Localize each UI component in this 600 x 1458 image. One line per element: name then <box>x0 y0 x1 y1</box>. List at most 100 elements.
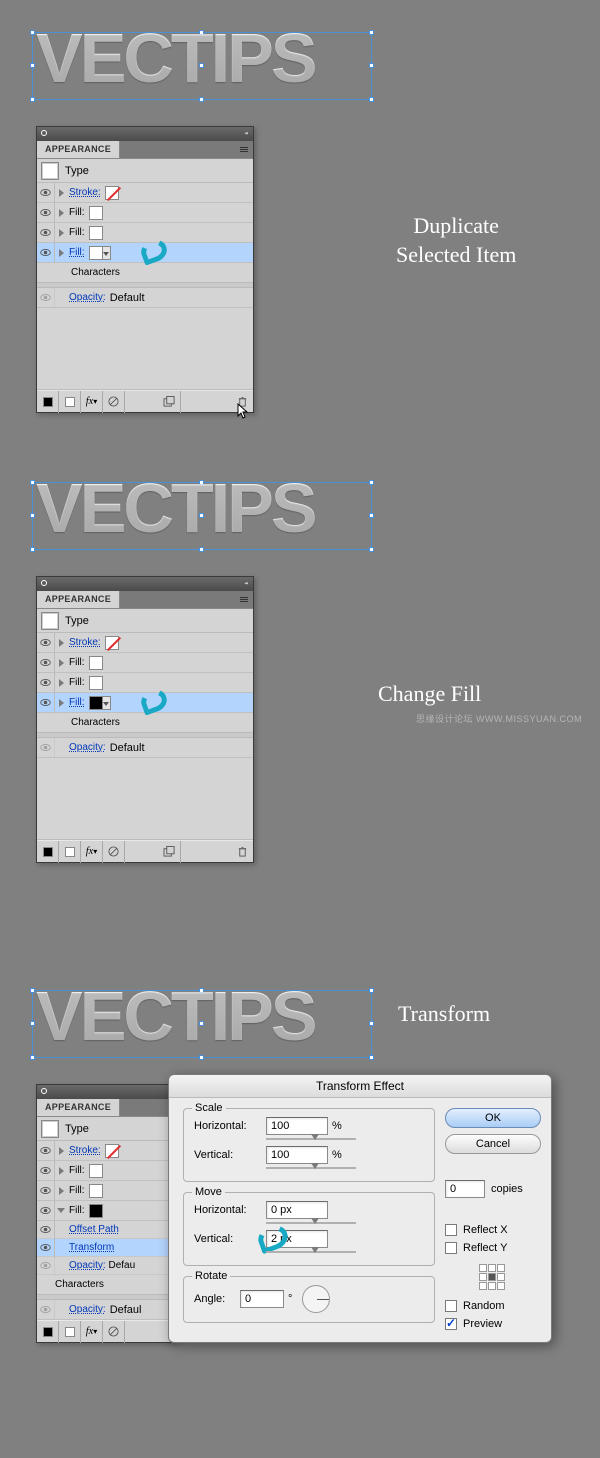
fill-row-expanded[interactable]: Fill: <box>37 1201 175 1221</box>
scale-h-slider[interactable] <box>266 1138 356 1140</box>
panel-menu-icon[interactable] <box>235 141 253 158</box>
visibility-toggle[interactable] <box>37 1201 55 1221</box>
opacity-row[interactable]: Opacity: Default <box>37 288 253 308</box>
stroke-label[interactable]: Stroke: <box>67 187 101 198</box>
move-v-slider[interactable] <box>266 1251 356 1253</box>
appearance-tab[interactable]: APPEARANCE <box>37 1099 120 1116</box>
fill-label[interactable]: Fill: <box>67 697 85 708</box>
duplicate-button[interactable] <box>159 391 181 413</box>
fill-swatch[interactable] <box>89 246 103 260</box>
visibility-toggle[interactable] <box>37 183 55 203</box>
opacity-label[interactable]: Opacity: <box>55 742 106 753</box>
disclosure-icon[interactable] <box>55 639 67 647</box>
new-stroke-button[interactable] <box>37 391 59 413</box>
new-stroke-button[interactable] <box>37 1321 59 1343</box>
angle-dial[interactable] <box>302 1285 330 1313</box>
fill-swatch[interactable] <box>89 1184 103 1198</box>
fill-row[interactable]: Fill: <box>37 1181 175 1201</box>
opacity-row[interactable]: Opacity: Defaul <box>37 1300 175 1320</box>
fill-dropdown[interactable] <box>103 696 111 710</box>
add-effect-button[interactable]: fx▾ <box>81 1321 103 1343</box>
collapse-icon[interactable]: ◀◀ <box>244 581 247 585</box>
fill-dropdown[interactable] <box>103 246 111 260</box>
visibility-toggle[interactable] <box>37 1300 55 1320</box>
appearance-tab[interactable]: APPEARANCE <box>37 591 120 608</box>
move-v-input[interactable] <box>266 1230 328 1248</box>
stroke-swatch-none[interactable] <box>105 186 119 200</box>
effect-transform[interactable]: Transform <box>37 1239 175 1257</box>
visibility-toggle[interactable] <box>37 1181 55 1201</box>
visibility-toggle[interactable] <box>37 1220 55 1240</box>
fill-swatch[interactable] <box>89 656 103 670</box>
visibility-toggle[interactable] <box>37 633 55 653</box>
ok-button[interactable]: OK <box>445 1108 541 1128</box>
characters-row[interactable]: Characters <box>37 713 253 732</box>
scale-v-slider[interactable] <box>266 1167 356 1169</box>
fill-row[interactable]: Fill: <box>37 653 253 673</box>
opacity-label[interactable]: Opacity: <box>55 1304 106 1315</box>
fill-row[interactable]: Fill: <box>37 1161 175 1181</box>
stroke-label[interactable]: Stroke: <box>67 637 101 648</box>
move-h-slider[interactable] <box>266 1222 356 1224</box>
new-fill-button[interactable] <box>59 841 81 863</box>
panel-titlebar[interactable] <box>37 1085 175 1099</box>
collapse-icon[interactable]: ◀◀ <box>244 131 247 135</box>
fill-row[interactable]: Fill: <box>37 673 253 693</box>
copies-input[interactable] <box>445 1180 485 1198</box>
panel-titlebar[interactable]: ◀◀ <box>37 127 253 141</box>
disclosure-icon[interactable] <box>55 249 67 257</box>
reflect-x-checkbox[interactable]: Reflect X <box>445 1224 541 1236</box>
fill-row-selected[interactable]: Fill: <box>37 243 253 263</box>
visibility-toggle[interactable] <box>37 288 55 308</box>
anchor-point-grid[interactable] <box>479 1264 505 1290</box>
disclosure-icon[interactable] <box>55 699 67 707</box>
cancel-button[interactable]: Cancel <box>445 1134 541 1154</box>
random-checkbox[interactable]: Random <box>445 1300 541 1312</box>
visibility-toggle[interactable] <box>37 693 55 713</box>
characters-row[interactable]: Characters <box>37 263 253 282</box>
visibility-toggle[interactable] <box>37 653 55 673</box>
visibility-toggle[interactable] <box>37 1141 55 1161</box>
disclosure-icon[interactable] <box>55 1147 67 1155</box>
clear-button[interactable] <box>103 1321 125 1343</box>
type-row[interactable]: Type <box>37 609 253 633</box>
delete-button[interactable] <box>231 391 253 413</box>
type-row[interactable]: Type <box>37 159 253 183</box>
delete-button[interactable] <box>231 841 253 863</box>
move-h-input[interactable] <box>266 1201 328 1219</box>
fill-swatch-black[interactable] <box>89 696 103 710</box>
fill-row-selected[interactable]: Fill: <box>37 693 253 713</box>
visibility-toggle[interactable] <box>37 223 55 243</box>
opacity-label[interactable]: Opacity: <box>55 292 106 303</box>
fill-swatch[interactable] <box>89 226 103 240</box>
disclosure-icon[interactable] <box>55 1167 67 1175</box>
panel-titlebar[interactable]: ◀◀ <box>37 577 253 591</box>
fill-swatch-black[interactable] <box>89 1204 103 1218</box>
stroke-swatch-none[interactable] <box>105 1144 119 1158</box>
stroke-row[interactable]: Stroke: <box>37 183 253 203</box>
clear-button[interactable] <box>103 841 125 863</box>
type-row[interactable]: Type <box>37 1117 175 1141</box>
fill-swatch[interactable] <box>89 1164 103 1178</box>
clear-button[interactable] <box>103 391 125 413</box>
visibility-toggle[interactable] <box>37 738 55 758</box>
disclosure-icon[interactable] <box>55 679 67 687</box>
fill-label[interactable]: Fill: <box>67 247 85 258</box>
fill-row[interactable]: Fill: <box>37 203 253 223</box>
preview-checkbox[interactable]: Preview <box>445 1318 541 1330</box>
visibility-toggle[interactable] <box>37 673 55 693</box>
scale-h-input[interactable] <box>266 1117 328 1135</box>
opacity-row[interactable]: Opacity: Default <box>37 738 253 758</box>
disclosure-icon[interactable] <box>55 189 67 197</box>
visibility-toggle[interactable] <box>37 243 55 263</box>
fill-row[interactable]: Fill: <box>37 223 253 243</box>
angle-input[interactable] <box>240 1290 284 1308</box>
fill-opacity-row[interactable]: Opacity: Defau <box>37 1257 175 1275</box>
visibility-toggle[interactable] <box>37 1161 55 1181</box>
disclosure-icon[interactable] <box>55 1187 67 1195</box>
reflect-y-checkbox[interactable]: Reflect Y <box>445 1242 541 1254</box>
fill-swatch[interactable] <box>89 206 103 220</box>
stroke-row[interactable]: Stroke: <box>37 633 253 653</box>
appearance-tab[interactable]: APPEARANCE <box>37 141 120 158</box>
characters-row[interactable]: Characters <box>37 1275 175 1294</box>
